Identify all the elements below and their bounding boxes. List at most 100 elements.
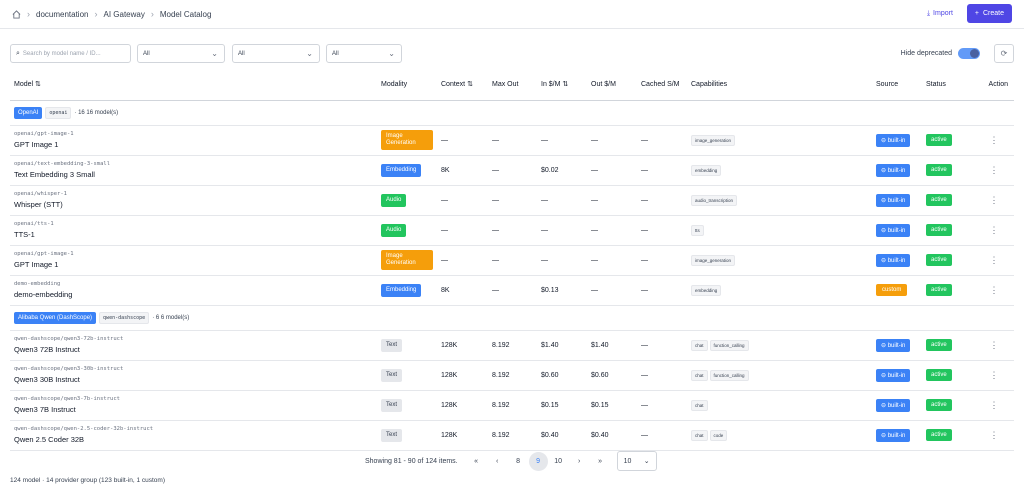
row-action-menu[interactable]: ⋮: [974, 185, 1014, 216]
in-cell: $0.60: [537, 360, 587, 391]
more-vertical-icon[interactable]: ⋮: [990, 285, 999, 295]
row-action-menu[interactable]: ⋮: [974, 360, 1014, 391]
page-size-select[interactable]: 10 ⌄: [616, 451, 657, 471]
row-action-menu[interactable]: ⋮: [974, 215, 1014, 246]
create-label: Create: [982, 10, 1004, 17]
context-cell: —: [437, 215, 488, 246]
row-action-menu[interactable]: ⋮: [974, 155, 1014, 186]
more-vertical-icon[interactable]: ⋮: [990, 340, 999, 350]
model-name[interactable]: Qwen3 72B Instruct: [14, 345, 373, 354]
lock-icon: ⊖: [881, 167, 888, 174]
status-badge: active: [926, 339, 952, 351]
status-cell: active: [922, 245, 974, 276]
more-vertical-icon[interactable]: ⋮: [990, 430, 999, 440]
next-page-button[interactable]: ›: [569, 452, 590, 471]
page-size-value: 10: [623, 457, 632, 465]
lock-icon: ⊖: [881, 372, 888, 379]
in-cell: —: [537, 125, 587, 156]
table-row[interactable]: openai/text-embedding-3-small Text Embedd…: [10, 155, 1014, 186]
col-max-out: Max Out: [488, 70, 537, 101]
capabilities-cell: chat code: [687, 420, 872, 451]
refresh-button[interactable]: ⟳: [994, 44, 1014, 63]
page-button-current[interactable]: 9: [528, 451, 548, 471]
capability-tag: chat: [691, 429, 708, 441]
hide-deprecated-toggle[interactable]: [958, 48, 980, 59]
row-action-menu[interactable]: ⋮: [974, 275, 1014, 306]
page-button[interactable]: 10: [548, 452, 569, 471]
last-page-button[interactable]: »: [590, 452, 611, 471]
status-select[interactable]: All ⌄: [326, 44, 402, 63]
model-name[interactable]: GPT Image 1: [14, 260, 373, 269]
table-row[interactable]: demo-embedding demo-embedding Embedding 8K —…: [10, 275, 1014, 306]
table-row[interactable]: openai/whisper-1 Whisper (STT) Audio — — — — — a…: [10, 185, 1014, 216]
out-cell: $1.40: [587, 330, 637, 361]
modality-select-value: All: [238, 50, 245, 57]
cached-cell: —: [637, 215, 687, 246]
source-label: built-in: [887, 402, 906, 409]
out-cell: —: [587, 245, 637, 276]
model-name[interactable]: demo-embedding: [14, 290, 373, 299]
more-vertical-icon[interactable]: ⋮: [990, 165, 999, 175]
breadcrumb-item[interactable]: AI Gateway: [103, 10, 144, 19]
row-action-menu[interactable]: ⋮: [974, 330, 1014, 361]
table-row[interactable]: qwen-dashscope/qwen3-72b-instruct Qwen3 7…: [10, 330, 1014, 361]
table-row[interactable]: openai/gpt-image-1 GPT Image 1 Image Gener…: [10, 125, 1014, 156]
context-cell: 128K: [437, 420, 488, 451]
home-icon[interactable]: [12, 9, 21, 19]
table-row[interactable]: qwen-dashscope/qwen3-7b-instruct Qwen3 7B…: [10, 390, 1014, 421]
import-button[interactable]: ⤓ Import: [921, 6, 959, 22]
breadcrumb-item[interactable]: documentation: [36, 10, 88, 19]
table-row[interactable]: qwen-dashscope/qwen3-30b-instruct Qwen3 3…: [10, 360, 1014, 391]
more-vertical-icon[interactable]: ⋮: [990, 135, 999, 145]
first-page-button[interactable]: «: [466, 452, 487, 471]
col-in-cost[interactable]: In $/M ⇅: [537, 70, 587, 101]
row-action-menu[interactable]: ⋮: [974, 125, 1014, 156]
modality-cell: Embedding: [377, 275, 437, 306]
page-button[interactable]: 8: [508, 452, 529, 471]
model-name[interactable]: Qwen3 30B Instruct: [14, 375, 373, 384]
row-action-menu[interactable]: ⋮: [974, 390, 1014, 421]
lock-icon: ⊖: [881, 432, 888, 439]
chevron-down-icon: ⌄: [211, 49, 218, 58]
model-table: Model ⇅ Modality Context ⇅ Max Out In $/…: [10, 70, 1014, 451]
more-vertical-icon[interactable]: ⋮: [990, 255, 999, 265]
col-model[interactable]: Model ⇅: [10, 70, 377, 101]
more-vertical-icon[interactable]: ⋮: [990, 370, 999, 380]
table-row[interactable]: qwen-dashscope/qwen-2.5-coder-32b-instru…: [10, 420, 1014, 451]
model-name[interactable]: Qwen3 7B Instruct: [14, 405, 373, 414]
chevron-down-icon: ⌄: [388, 49, 395, 58]
table-row[interactable]: openai/gpt-image-1 GPT Image 1 Image Gener…: [10, 245, 1014, 276]
modality-cell: Embedding: [377, 155, 437, 186]
search-input[interactable]: ⌕ Search by model name / ID...: [10, 44, 131, 63]
create-button[interactable]: + Create: [966, 4, 1012, 23]
more-vertical-icon[interactable]: ⋮: [990, 400, 999, 410]
more-vertical-icon[interactable]: ⋮: [990, 195, 999, 205]
source-badge: custom: [876, 284, 908, 296]
model-cell: qwen-dashscope/qwen-2.5-coder-32b-instru…: [10, 420, 377, 451]
model-id: qwen-dashscope/qwen3-30b-instruct: [14, 366, 124, 372]
source-cell: ⊖ built-in: [872, 420, 922, 451]
model-name[interactable]: Qwen 2.5 Coder 32B: [14, 435, 373, 444]
modality-badge: Text: [381, 368, 403, 382]
prev-page-button[interactable]: ‹: [487, 452, 508, 471]
chevron-right-icon: ›: [94, 9, 98, 19]
source-cell: ⊖ built-in: [872, 215, 922, 246]
model-name[interactable]: GPT Image 1: [14, 140, 373, 149]
source-badge: ⊖ built-in: [876, 398, 911, 412]
col-capabilities: Capabilities: [687, 70, 872, 101]
model-name[interactable]: TTS-1: [14, 230, 373, 239]
table-row[interactable]: openai/tts-1 TTS-1 Audio — — — — — tts ⊖ built-in…: [10, 215, 1014, 246]
cached-cell: —: [637, 330, 687, 361]
row-action-menu[interactable]: ⋮: [974, 420, 1014, 451]
row-action-menu[interactable]: ⋮: [974, 245, 1014, 276]
model-name[interactable]: Text Embedding 3 Small: [14, 170, 373, 179]
more-vertical-icon[interactable]: ⋮: [990, 225, 999, 235]
provider-select[interactable]: All ⌄: [137, 44, 225, 63]
import-label: Import: [933, 10, 953, 17]
lock-icon: ⊖: [881, 197, 888, 204]
status-badge: active: [926, 164, 952, 176]
col-context[interactable]: Context ⇅: [437, 70, 488, 101]
model-name[interactable]: Whisper (STT): [14, 200, 373, 209]
source-label: built-in: [887, 137, 906, 144]
modality-select[interactable]: All ⌄: [232, 44, 320, 63]
